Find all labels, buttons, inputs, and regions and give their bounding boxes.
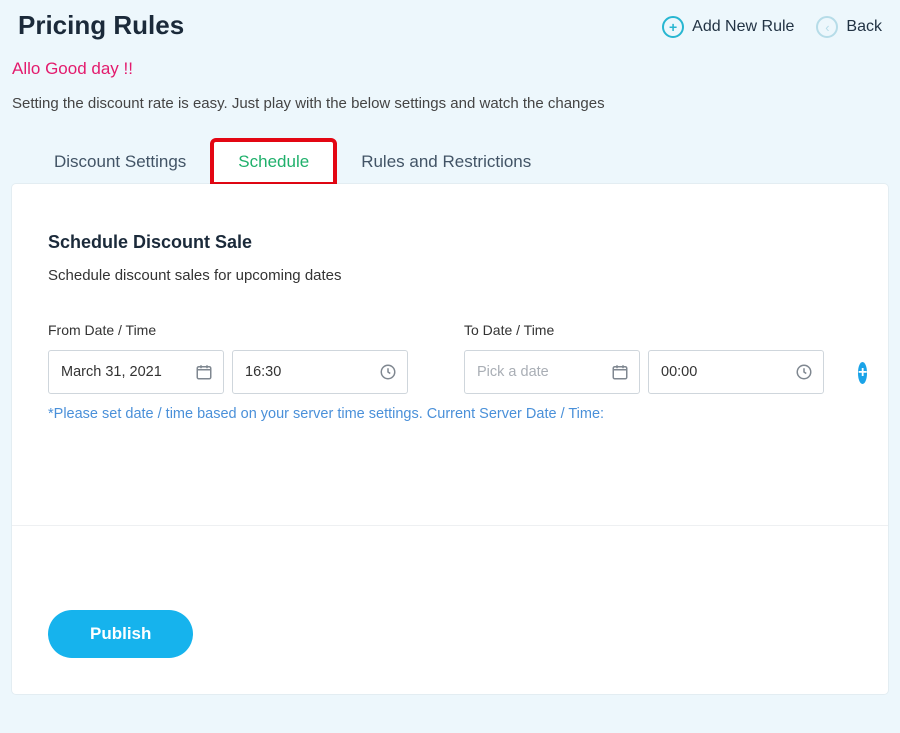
section-title: Schedule Discount Sale bbox=[48, 232, 852, 253]
server-time-note: *Please set date / time based on your se… bbox=[48, 406, 852, 422]
clock-icon bbox=[379, 363, 397, 381]
to-time-input[interactable] bbox=[661, 364, 787, 380]
to-date-input-wrap[interactable] bbox=[464, 350, 640, 394]
plus-icon: + bbox=[662, 16, 684, 38]
add-row-button[interactable]: + bbox=[858, 362, 867, 384]
to-date-input[interactable] bbox=[477, 364, 603, 380]
to-label: To Date / Time bbox=[464, 322, 824, 338]
add-new-rule-button[interactable]: + Add New Rule bbox=[662, 16, 794, 38]
tab-schedule[interactable]: Schedule bbox=[212, 140, 335, 184]
helper-text: Setting the discount rate is easy. Just … bbox=[12, 95, 888, 112]
section-description: Schedule discount sales for upcoming dat… bbox=[48, 267, 852, 284]
schedule-card: Schedule Discount Sale Schedule discount… bbox=[12, 184, 888, 694]
publish-button[interactable]: Publish bbox=[48, 610, 193, 658]
tab-discount-settings[interactable]: Discount Settings bbox=[28, 140, 212, 184]
back-button[interactable]: ‹ Back bbox=[816, 16, 882, 38]
back-label: Back bbox=[846, 18, 882, 36]
calendar-icon bbox=[195, 363, 213, 381]
to-group: To Date / Time bbox=[464, 322, 824, 394]
card-footer: Publish bbox=[12, 525, 888, 694]
page-title: Pricing Rules bbox=[18, 10, 184, 41]
from-time-input-wrap[interactable] bbox=[232, 350, 408, 394]
from-date-input[interactable] bbox=[61, 364, 187, 380]
from-group: From Date / Time bbox=[48, 322, 408, 394]
from-date-input-wrap[interactable] bbox=[48, 350, 224, 394]
greeting-text: Allo Good day !! bbox=[12, 59, 888, 79]
from-time-input[interactable] bbox=[245, 364, 371, 380]
clock-icon bbox=[795, 363, 813, 381]
tab-rules-restrictions[interactable]: Rules and Restrictions bbox=[335, 140, 557, 184]
tabs: Discount Settings Schedule Rules and Res… bbox=[0, 140, 900, 184]
add-new-rule-label: Add New Rule bbox=[692, 18, 794, 36]
from-label: From Date / Time bbox=[48, 322, 408, 338]
to-time-input-wrap[interactable] bbox=[648, 350, 824, 394]
plus-icon: + bbox=[858, 364, 867, 382]
chevron-left-icon: ‹ bbox=[816, 16, 838, 38]
top-actions: + Add New Rule ‹ Back bbox=[662, 10, 882, 38]
calendar-icon bbox=[611, 363, 629, 381]
